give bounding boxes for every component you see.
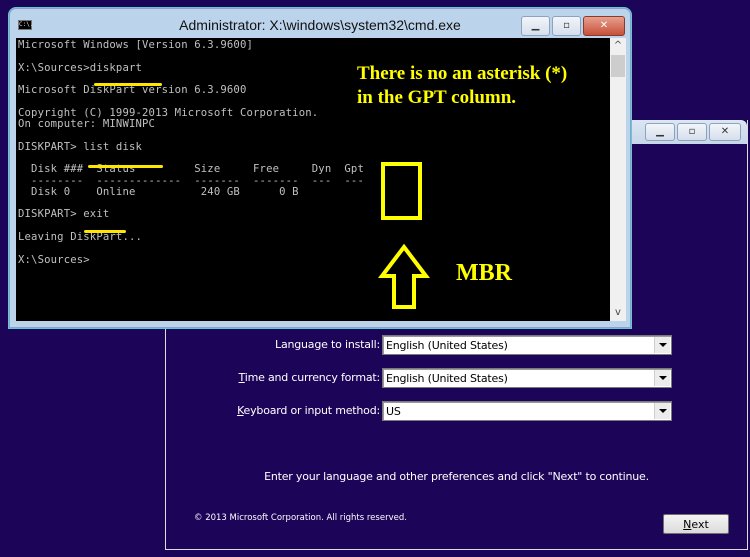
cmd-maximize-button[interactable]: ▫ [552,16,581,36]
keyboard-select-value: US [386,405,401,418]
scroll-thumb[interactable] [611,55,625,77]
scroll-up-icon[interactable]: ^ [610,38,626,54]
vertical-scrollbar[interactable]: ^ v [610,38,626,321]
underline-diskpart [94,83,162,86]
next-access-key: N [683,517,692,531]
minimize-icon: ▁ [656,126,664,137]
cmd-minimize-button[interactable]: ▁ [521,16,550,36]
underline-list-disk [88,165,163,168]
time-currency-select[interactable]: English (United States) [382,368,672,388]
annotation-note-line2: in the GPT column. [357,87,517,108]
gpt-column-highlight-box [381,162,422,220]
language-select-value: English (United States) [386,339,508,352]
language-row: Language to install: English (United Sta… [166,335,747,357]
annotation-note-line1: There is no an asterisk (*) [357,63,568,84]
dropdown-arrow-icon[interactable] [654,403,670,419]
mbr-label: MBR [456,260,512,286]
setup-instruction: Enter your language and other preference… [264,470,649,483]
next-label: ext [691,517,709,531]
setup-minimize-button[interactable]: ▁ [645,123,675,141]
keyboard-label: Keyboard or input method: [237,404,380,417]
scroll-down-icon[interactable]: v [610,305,626,321]
maximize-icon: ▫ [688,126,696,137]
keyboard-row: Keyboard or input method: US [166,401,747,423]
dropdown-arrow-icon[interactable] [654,337,670,353]
close-icon: ✕ [599,20,609,31]
setup-maximize-button[interactable]: ▫ [677,123,707,141]
up-arrow-icon [378,243,430,309]
underline-exit [84,230,126,233]
cmd-close-button[interactable]: ✕ [583,16,625,36]
maximize-icon: ▫ [563,20,570,31]
keyboard-select[interactable]: US [382,401,672,421]
language-label: Language to install: [275,338,380,351]
next-button[interactable]: Next [663,514,729,534]
copyright-text: © 2013 Microsoft Corporation. All rights… [194,513,407,523]
minimize-icon: ▁ [531,20,540,31]
cmd-window: C:\. Administrator: X:\windows\system32\… [9,8,631,328]
dropdown-arrow-icon[interactable] [654,370,670,386]
time-currency-row: Time and currency format: English (Unite… [166,368,747,390]
language-select[interactable]: English (United States) [382,335,672,355]
cmd-titlebar[interactable]: C:\. Administrator: X:\windows\system32\… [10,9,630,37]
setup-close-button[interactable]: ✕ [709,123,741,141]
close-icon: ✕ [720,126,730,137]
time-currency-select-value: English (United States) [386,372,508,385]
time-currency-label: Time and currency format: [238,371,381,384]
